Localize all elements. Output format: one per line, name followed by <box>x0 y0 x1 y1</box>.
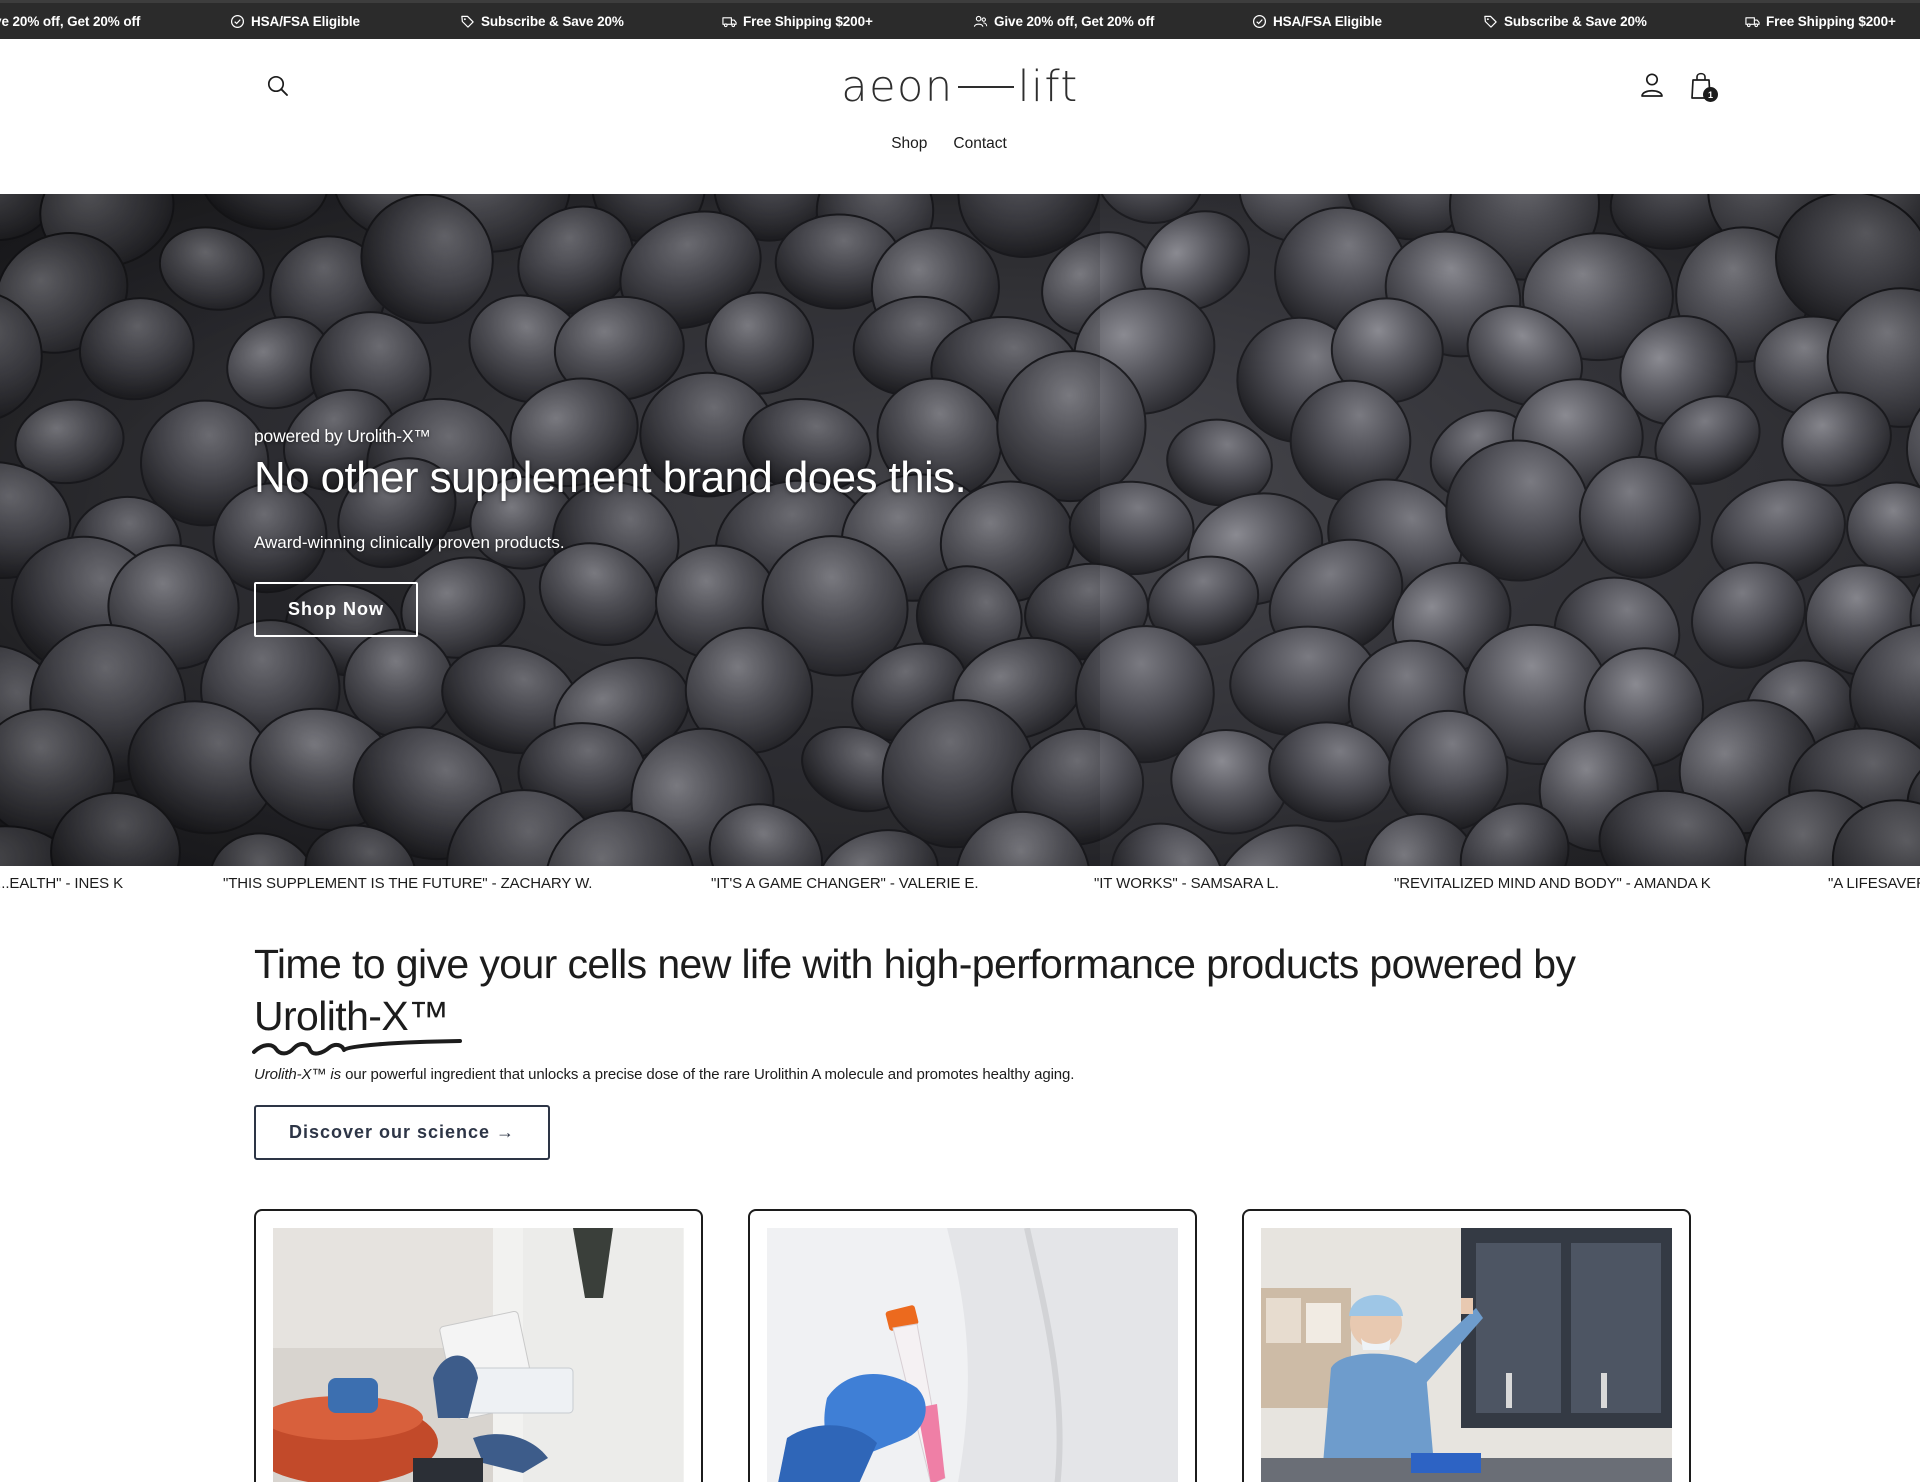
site-header: aeon lift 1 Shop Contact <box>0 39 1920 194</box>
logo-dash <box>957 85 1014 88</box>
tag-icon <box>461 15 474 28</box>
intro-section: Time to give your cells new life with hi… <box>252 938 1694 1160</box>
truck-icon <box>722 16 737 27</box>
cart-button[interactable]: 1 <box>1687 69 1719 103</box>
check-circle-icon <box>1252 14 1267 28</box>
announcement-item[interactable]: Give 20% off, Get 20% off <box>0 3 140 39</box>
intro-body: Urolith-X™ is our powerful ingredient th… <box>254 1066 1075 1083</box>
announcement-item[interactable]: Free Shipping $200+ <box>722 3 873 39</box>
announcement-item[interactable]: Subscribe & Save 20% <box>1483 3 1647 39</box>
truck-icon <box>1745 16 1760 27</box>
announcement-item[interactable]: HSA/FSA Eligible <box>1252 3 1382 39</box>
tag-icon <box>1484 15 1497 28</box>
announcement-item[interactable]: Subscribe & Save 20% <box>460 3 624 39</box>
hero-eyebrow: powered by Urolith-X™ <box>254 426 431 446</box>
announcement-item[interactable]: Give 20% off, Get 20% off <box>973 3 1154 39</box>
user-icon <box>1641 73 1663 97</box>
intro-heading: Time to give your cells new life with hi… <box>252 938 1694 1056</box>
test-tube-image <box>767 1228 1178 1482</box>
announcement-track: Give 20% off, Get 20% off HSA/FSA Eligib… <box>0 3 1920 39</box>
scribble-underline <box>252 1039 462 1056</box>
nav-link-contact[interactable]: Contact <box>953 135 1006 153</box>
testimonial-item: "...EALTH" - INES K <box>0 875 123 892</box>
cart-count-badge: 1 <box>1703 87 1718 102</box>
feature-card-lab-plate[interactable] <box>254 1209 703 1482</box>
testimonial-item: "IT'S A GAME CHANGER" - VALERIE E. <box>711 875 979 892</box>
announcement-item[interactable]: HSA/FSA Eligible <box>230 3 360 39</box>
testimonial-item: "A LIFESAVER... <box>1828 875 1920 892</box>
account-button[interactable] <box>1637 70 1667 100</box>
testimonial-item: "IT WORKS" - SAMSARA L. <box>1094 875 1279 892</box>
check-circle-icon <box>230 14 245 28</box>
testimonial-ticker: "...EALTH" - INES K "THIS SUPPLEMENT IS … <box>0 866 1920 902</box>
hero-banner: powered by Urolith-X™ No other supplemen… <box>0 194 1920 866</box>
testimonial-item: "THIS SUPPLEMENT IS THE FUTURE" - ZACHAR… <box>223 875 593 892</box>
feature-card-test-tube[interactable] <box>748 1209 1197 1482</box>
hero-content: powered by Urolith-X™ No other supplemen… <box>254 426 967 637</box>
card-image <box>273 1228 684 1482</box>
announcement-bar: Give 20% off, Get 20% off HSA/FSA Eligib… <box>0 0 1920 39</box>
people-icon <box>973 15 988 27</box>
site-logo[interactable]: aeon lift <box>0 61 1920 113</box>
main-nav: Shop Contact <box>0 135 1920 153</box>
feature-card-lab-worker[interactable] <box>1242 1209 1691 1482</box>
hero-title: No other supplement brand does this. <box>254 453 967 502</box>
card-image <box>1261 1228 1672 1482</box>
nav-link-shop[interactable]: Shop <box>891 135 927 153</box>
shop-now-button[interactable]: Shop Now <box>254 582 418 637</box>
card-image <box>767 1228 1178 1482</box>
hero-subtitle: Award-winning clinically proven products… <box>254 533 565 552</box>
announcement-item[interactable]: Free Shipping $200+ <box>1745 3 1896 39</box>
discover-science-button[interactable]: Discover our science → <box>254 1105 550 1160</box>
lab-scientist-image <box>273 1228 684 1482</box>
testimonial-item: "REVITALIZED MIND AND BODY" - AMANDA K <box>1394 875 1711 892</box>
intro-brand-word: Urolith-X™ <box>252 990 462 1056</box>
lab-worker-image <box>1261 1228 1672 1482</box>
